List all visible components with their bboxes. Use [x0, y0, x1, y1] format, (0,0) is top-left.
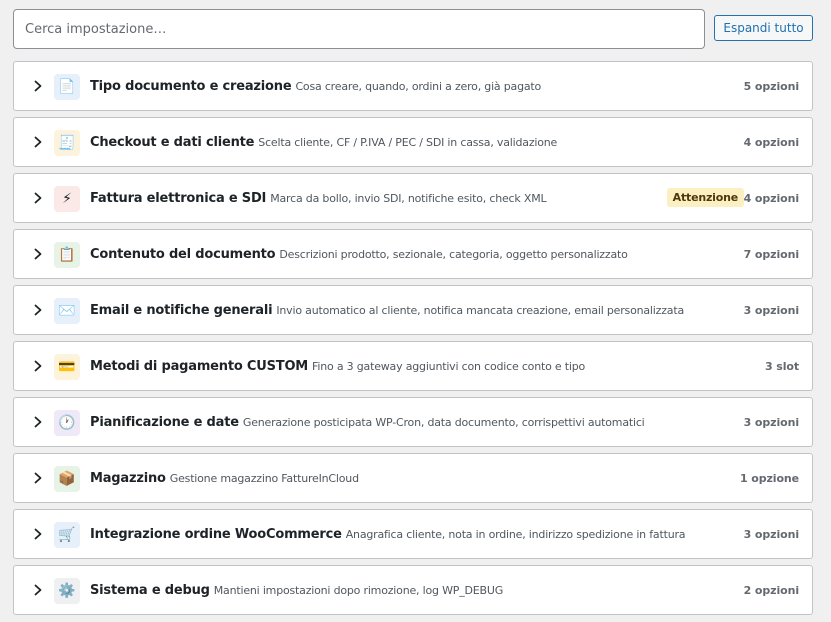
section-title: Metodi di pagamento CUSTOM: [90, 358, 309, 374]
cart-icon: 🛒: [54, 522, 80, 548]
section-description: Invio automatico al cliente, notifica ma…: [276, 303, 684, 317]
section-title: Magazzino: [90, 470, 166, 486]
options-count: 2 opzioni: [743, 583, 799, 597]
section-sistema[interactable]: ⚙️ Sistema e debug Mantieni impostazioni…: [13, 565, 813, 615]
chevron-right-icon[interactable]: [31, 79, 45, 93]
section-title: Sistema e debug: [90, 582, 210, 598]
section-contenuto[interactable]: 📋 Contenuto del documento Descrizioni pr…: [13, 229, 813, 279]
section-description: Descrizioni prodotto, sezionale, categor…: [279, 247, 628, 261]
options-count: 3 opzioni: [743, 303, 799, 317]
section-checkout[interactable]: 🧾 Checkout e dati cliente Scelta cliente…: [13, 117, 813, 167]
options-count: 7 opzioni: [743, 247, 799, 261]
credit-card-icon: 💳: [54, 354, 80, 380]
lightning-icon: ⚡: [54, 186, 80, 212]
receipt-icon: 🧾: [54, 130, 80, 156]
search-input[interactable]: [13, 9, 705, 49]
chevron-right-icon[interactable]: [31, 527, 45, 541]
expand-all-button[interactable]: Espandi tutto: [714, 15, 813, 41]
section-title: Integrazione ordine WooCommerce: [90, 526, 342, 542]
package-icon: 📦: [54, 466, 80, 492]
section-description: Anagrafica cliente, nota in ordine, indi…: [345, 527, 686, 541]
section-email[interactable]: ✉️ Email e notifiche generali Invio auto…: [13, 285, 813, 335]
section-title: Email e notifiche generali: [90, 302, 273, 318]
options-count: 1 opzione: [739, 471, 799, 485]
section-description: Mantieni impostazioni dopo rimozione, lo…: [213, 583, 504, 597]
section-description: Gestione magazzino FattureInCloud: [169, 471, 359, 485]
chevron-right-icon[interactable]: [31, 135, 45, 149]
section-title: Checkout e dati cliente: [90, 134, 255, 150]
section-fattura-elettronica[interactable]: ⚡ Fattura elettronica e SDI Marca da bol…: [13, 173, 813, 223]
section-title: Tipo documento e creazione: [90, 78, 292, 94]
chevron-right-icon[interactable]: [31, 191, 45, 205]
section-magazzino[interactable]: 📦 Magazzino Gestione magazzino FattureIn…: [13, 453, 813, 503]
toolbar: Espandi tutto: [13, 9, 813, 49]
clock-icon: 🕐: [54, 410, 80, 436]
section-description: Marca da bollo, invio SDI, notifiche esi…: [270, 191, 547, 205]
document-icon: 📄: [54, 74, 80, 100]
warning-badge: Attenzione: [666, 188, 744, 207]
settings-section-list: 📄 Tipo documento e creazione Cosa creare…: [13, 61, 813, 621]
envelope-icon: ✉️: [54, 298, 80, 324]
section-title: Fattura elettronica e SDI: [90, 190, 267, 206]
options-count: 3 slot: [764, 359, 799, 373]
section-tipo-documento[interactable]: 📄 Tipo documento e creazione Cosa creare…: [13, 61, 813, 111]
section-description: Generazione posticipata WP-Cron, data do…: [242, 415, 645, 429]
options-count: 3 opzioni: [743, 527, 799, 541]
gear-icon: ⚙️: [54, 578, 80, 604]
section-pianificazione[interactable]: 🕐 Pianificazione e date Generazione post…: [13, 397, 813, 447]
section-description: Scelta cliente, CF / P.IVA / PEC / SDI i…: [258, 135, 558, 149]
chevron-right-icon[interactable]: [31, 303, 45, 317]
options-count: 4 opzioni: [743, 135, 799, 149]
section-description: Fino a 3 gateway aggiuntivi con codice c…: [312, 359, 586, 373]
chevron-right-icon[interactable]: [31, 359, 45, 373]
options-count: 3 opzioni: [743, 415, 799, 429]
section-title: Contenuto del documento: [90, 246, 276, 262]
clipboard-icon: 📋: [54, 242, 80, 268]
section-description: Cosa creare, quando, ordini a zero, già …: [295, 79, 542, 93]
chevron-right-icon[interactable]: [31, 471, 45, 485]
options-count: 4 opzioni: [743, 191, 799, 205]
chevron-right-icon[interactable]: [31, 583, 45, 597]
section-pagamento[interactable]: 💳 Metodi di pagamento CUSTOM Fino a 3 ga…: [13, 341, 813, 391]
chevron-right-icon[interactable]: [31, 247, 45, 261]
chevron-right-icon[interactable]: [31, 415, 45, 429]
section-integrazione[interactable]: 🛒 Integrazione ordine WooCommerce Anagra…: [13, 509, 813, 559]
options-count: 5 opzioni: [743, 79, 799, 93]
section-title: Pianificazione e date: [90, 414, 239, 430]
